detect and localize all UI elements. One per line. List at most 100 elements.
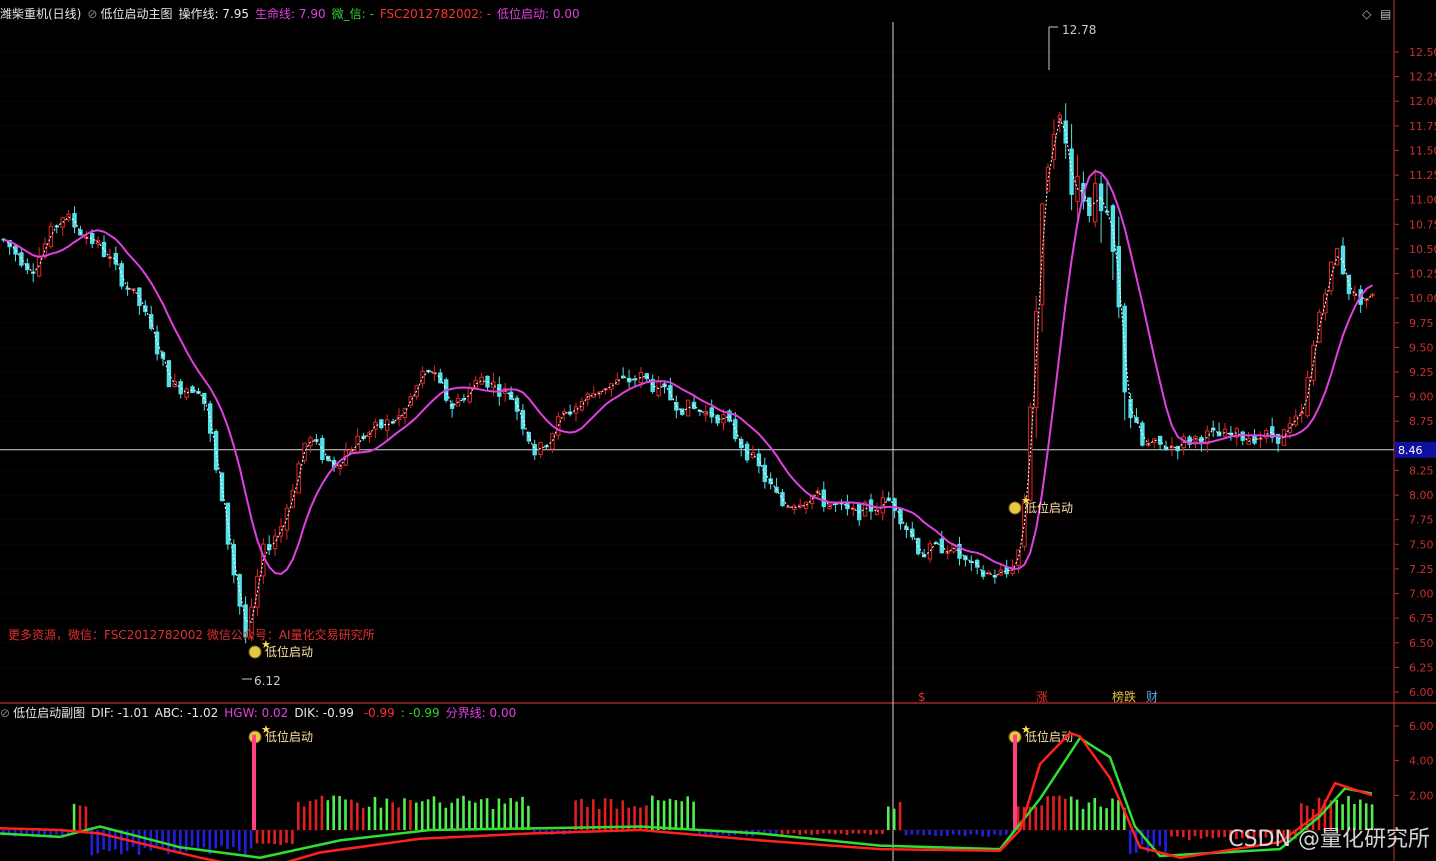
histogram-bar	[450, 802, 453, 830]
histogram-bar	[928, 830, 931, 835]
price-tick-label: 11.25	[1409, 169, 1436, 182]
histogram-bar	[1164, 830, 1167, 853]
histogram-bar	[503, 803, 507, 830]
histogram-bar	[609, 798, 613, 830]
histogram-bar	[279, 830, 282, 846]
chart-canvas[interactable]: 12.50 12.25 12.00 11.75 11.50 11.25 11.00 10.75…	[0, 0, 1436, 861]
candle-body	[467, 387, 473, 403]
candle-body	[178, 381, 183, 395]
histogram-bar	[297, 801, 300, 830]
histogram-bar	[875, 830, 878, 835]
histogram-bar	[391, 802, 394, 830]
histogram-bar	[379, 807, 383, 830]
price-tick-label: 10.00	[1409, 292, 1436, 305]
histogram-bar	[521, 796, 524, 830]
histogram-bar	[302, 806, 306, 830]
candle-body	[821, 489, 826, 508]
histogram-bar	[509, 798, 512, 830]
histogram-bar	[1087, 802, 1091, 830]
indicator-name[interactable]: 低位启动副图	[13, 706, 85, 720]
histogram-bar	[1034, 806, 1038, 830]
candle-body	[898, 508, 903, 525]
histogram-bar	[957, 830, 961, 836]
histogram-bar	[981, 830, 984, 837]
histogram-bar	[1152, 830, 1156, 847]
histogram-bar	[692, 801, 695, 830]
histogram-bar	[420, 801, 424, 830]
histogram-bar	[839, 830, 843, 834]
indicator-field: ABC: -1.02	[154, 706, 219, 720]
histogram-bar	[173, 830, 176, 852]
histogram-bar	[1111, 798, 1114, 830]
histogram-bar	[863, 830, 866, 834]
histogram-bar	[232, 830, 235, 848]
signal-bar	[1013, 734, 1017, 830]
sub-tick-label: 4.00	[1409, 755, 1434, 768]
histogram-bar	[1058, 795, 1061, 830]
histogram-bar	[822, 830, 825, 834]
candle-body	[137, 287, 142, 307]
menu-icon[interactable]: ▤	[1380, 7, 1391, 21]
indicator-toggle-icon[interactable]: ⊘	[87, 7, 97, 21]
histogram-bar	[1170, 830, 1173, 837]
indicator-toggle-icon[interactable]: ⊘	[0, 706, 10, 720]
histogram-bar	[444, 807, 448, 830]
histogram-bar	[291, 830, 294, 845]
watermark: CSDN @量化研究所	[1228, 827, 1430, 852]
histogram-bar	[916, 830, 920, 835]
signal-label: 低位启动	[265, 729, 313, 744]
histogram-bar	[273, 830, 276, 845]
histogram-bar	[220, 830, 223, 846]
signal-bag-icon	[248, 645, 262, 659]
histogram-bar	[426, 799, 430, 830]
histogram-bar	[1217, 830, 1220, 838]
candle-body	[550, 433, 555, 450]
price-tick-label: 10.50	[1409, 243, 1436, 256]
candle-body	[13, 245, 18, 255]
histogram-bar	[397, 807, 400, 830]
histogram-bar	[120, 830, 123, 855]
histogram-bar	[84, 806, 88, 830]
histogram-bar	[686, 796, 689, 830]
histogram-bar	[468, 800, 471, 830]
price-tick-label: 7.75	[1409, 514, 1434, 527]
histogram-bar	[485, 798, 489, 830]
histogram-bar	[367, 806, 371, 830]
histogram-bar	[415, 802, 418, 830]
histogram-bar	[196, 830, 200, 849]
histogram-bar	[869, 830, 872, 835]
candle-body	[479, 376, 484, 385]
sub-tick-label: 6.00	[1409, 720, 1434, 733]
price-tick-label: 10.25	[1409, 268, 1436, 281]
candle-body	[733, 419, 738, 440]
candle-body	[573, 406, 579, 414]
histogram-bar	[804, 830, 807, 834]
price-tick-label: 6.75	[1409, 612, 1434, 625]
indicator-field: 微_信: -	[331, 7, 374, 21]
candle-body	[1087, 197, 1092, 217]
histogram-bar	[226, 830, 229, 850]
histogram-bar	[1117, 799, 1120, 830]
histogram-bar	[1040, 805, 1043, 830]
histogram-bar	[887, 806, 890, 830]
histogram-bar	[999, 830, 1002, 836]
signal-label: 低位启动	[265, 644, 313, 659]
histogram-bar	[202, 830, 206, 848]
indicator-name[interactable]: 低位启动主图	[100, 7, 172, 21]
event-mark: 榜跌	[1112, 689, 1136, 704]
price-tick-label: 6.00	[1409, 686, 1434, 699]
price-tick-label: 6.50	[1409, 637, 1434, 650]
diamond-icon[interactable]: ◇	[1362, 7, 1371, 21]
histogram-bar	[792, 830, 796, 834]
histogram-bar	[892, 808, 896, 830]
histogram-bar	[385, 798, 389, 830]
candle-body	[562, 411, 567, 415]
histogram-bar	[190, 830, 194, 847]
histogram-bar	[72, 803, 76, 830]
sub-indicator-header: ⊘ 低位启动副图 DIF: -1.01 ABC: -1.02 HGW: 0.02 DIK:…	[0, 704, 522, 722]
candle-body	[491, 381, 496, 389]
histogram-bar	[1099, 806, 1102, 830]
price-tick-label: 9.75	[1409, 317, 1434, 330]
indicator-field: -0.99	[359, 706, 395, 720]
histogram-bar	[845, 830, 849, 836]
